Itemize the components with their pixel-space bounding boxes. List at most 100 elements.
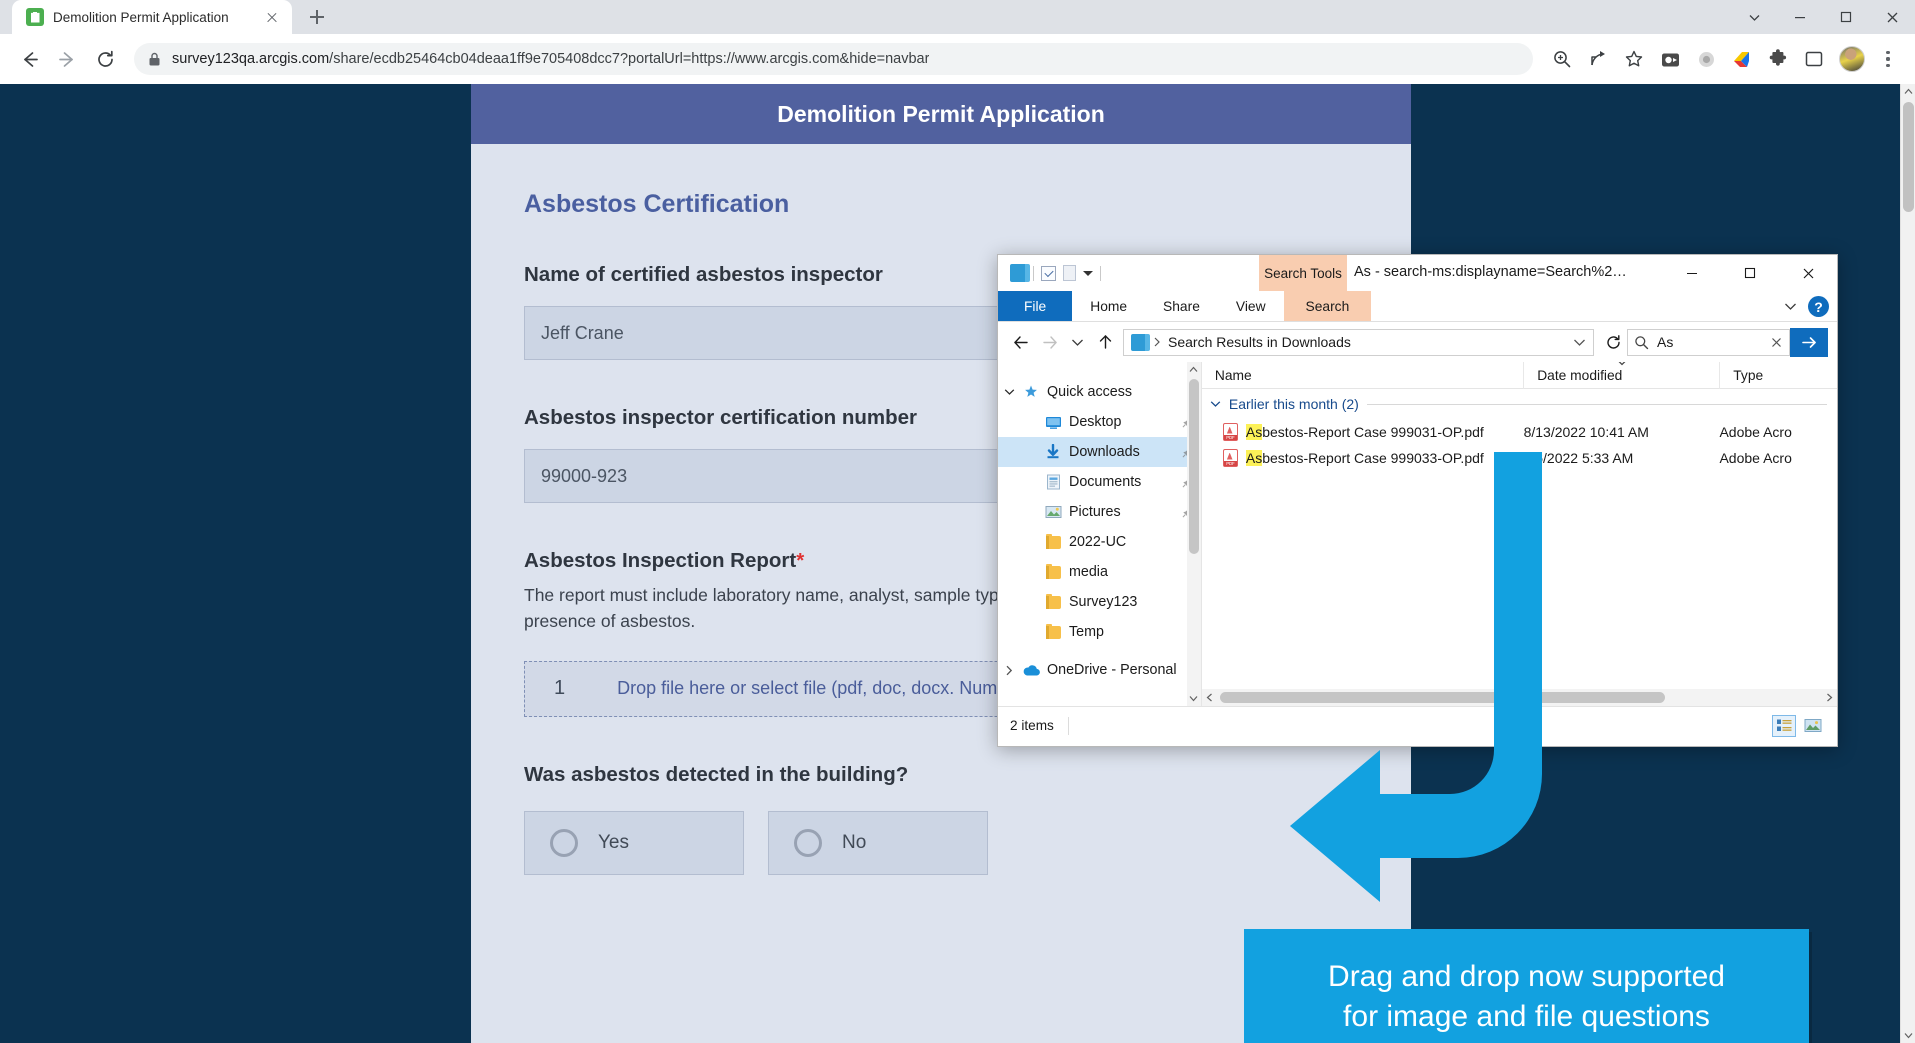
scrollbar-thumb[interactable] — [1189, 379, 1199, 554]
file-group-header[interactable]: Earlier this month (2) — [1202, 389, 1837, 419]
tree-item-pictures[interactable]: Pictures — [998, 497, 1201, 527]
tree-item-quick-access[interactable]: Quick access — [998, 377, 1201, 407]
pictures-icon — [1042, 505, 1064, 519]
group-collapse-chevron-icon[interactable] — [1210, 400, 1221, 408]
scrollbar-thumb[interactable] — [1220, 692, 1665, 703]
choice-no[interactable]: No — [768, 811, 988, 875]
column-header-name[interactable]: Name — [1202, 362, 1523, 389]
tree-item-2022-uc[interactable]: 2022-UC — [998, 527, 1201, 557]
question-label: Was asbestos detected in the building? — [524, 763, 1358, 787]
address-dropdown-chevron-icon[interactable] — [1573, 338, 1586, 347]
scroll-left-arrow-icon[interactable] — [1202, 689, 1218, 706]
window-close-button[interactable] — [1869, 0, 1915, 34]
chrome-menu-icon[interactable] — [1873, 42, 1903, 76]
customize-caret-icon[interactable] — [1083, 271, 1093, 276]
chrome-chevron-down-icon[interactable] — [1731, 0, 1777, 34]
search-input-value[interactable]: As — [1657, 334, 1762, 350]
navigation-pane-scrollbar[interactable] — [1187, 362, 1201, 706]
recent-locations-chevron-icon[interactable] — [1063, 328, 1091, 356]
bookmark-star-icon[interactable] — [1617, 42, 1651, 76]
extension-colab-icon[interactable] — [1725, 42, 1759, 76]
scroll-down-arrow-icon[interactable] — [1901, 1028, 1915, 1043]
zoom-icon[interactable] — [1545, 42, 1579, 76]
file-list-horizontal-scrollbar[interactable] — [1202, 689, 1837, 706]
tree-item-media[interactable]: media — [998, 557, 1201, 587]
profile-avatar-icon[interactable] — [1839, 46, 1865, 72]
ribbon-tab-share[interactable]: Share — [1145, 291, 1218, 321]
forward-icon[interactable] — [50, 42, 84, 76]
ribbon-tab-home[interactable]: Home — [1072, 291, 1145, 321]
address-bar[interactable]: survey123qa.arcgis.com/share/ecdb25464cb… — [134, 43, 1533, 75]
scroll-up-arrow-icon[interactable] — [1187, 362, 1201, 377]
tree-item-survey123[interactable]: Survey123 — [998, 587, 1201, 617]
documents-icon — [1042, 474, 1064, 490]
tree-item-onedrive[interactable]: OneDrive - Personal — [998, 655, 1201, 685]
file-row[interactable]: Asbestos-Report Case 999033-OP.pdf 8/6/2… — [1202, 445, 1837, 471]
scrollbar-track[interactable] — [1218, 689, 1821, 706]
tree-item-desktop[interactable]: Desktop — [998, 407, 1201, 437]
up-one-level-icon[interactable] — [1091, 328, 1119, 356]
extension-video-icon[interactable] — [1653, 42, 1687, 76]
column-header-label: Date modified — [1537, 368, 1622, 383]
explorer-search-box[interactable]: As — [1627, 329, 1790, 356]
explorer-back-icon[interactable] — [1007, 328, 1035, 356]
help-button[interactable]: ? — [1808, 296, 1829, 317]
chevron-right-icon[interactable] — [998, 665, 1020, 676]
file-name-rest: bestos-Report Case 999033-OP.pdf — [1262, 450, 1484, 466]
ribbon-tab-file[interactable]: File — [998, 291, 1072, 321]
window-minimize-button[interactable] — [1777, 0, 1823, 34]
reload-icon[interactable] — [88, 42, 122, 76]
dropzone-slot-number: 1 — [554, 677, 565, 700]
survey-header: Demolition Permit Application — [471, 84, 1411, 144]
window-maximize-button[interactable] — [1823, 0, 1869, 34]
explorer-close-button[interactable] — [1779, 255, 1837, 291]
sidepanel-icon[interactable] — [1797, 42, 1831, 76]
tree-item-label: Pictures — [1069, 504, 1182, 520]
column-header-type[interactable]: Type — [1719, 362, 1837, 389]
tree-item-temp[interactable]: Temp — [998, 617, 1201, 647]
tab-close-icon[interactable] — [262, 7, 282, 27]
scroll-down-arrow-icon[interactable] — [1187, 691, 1201, 706]
new-tab-button[interactable] — [302, 2, 332, 32]
details-view-icon[interactable] — [1772, 715, 1796, 737]
choice-yes[interactable]: Yes — [524, 811, 744, 875]
ribbon-tab-search[interactable]: Search — [1284, 291, 1372, 321]
explorer-forward-icon[interactable] — [1035, 328, 1063, 356]
explorer-window-title: As - search-ms:displayname=Search%2… — [1354, 264, 1627, 280]
desktop-icon — [1042, 415, 1064, 430]
scrollbar-thumb[interactable] — [1903, 102, 1914, 212]
extensions-puzzle-icon[interactable] — [1761, 42, 1795, 76]
tree-item-label: OneDrive - Personal — [1047, 662, 1193, 678]
tab-strip: Demolition Permit Application — [0, 0, 1915, 34]
ribbon-right-controls: ? — [1784, 291, 1829, 322]
explorer-maximize-button[interactable] — [1721, 255, 1779, 291]
explorer-address-bar[interactable]: Search Results in Downloads — [1123, 329, 1594, 356]
file-list-column-headers: Name Date modified Type — [1202, 362, 1837, 389]
scroll-up-arrow-icon[interactable] — [1901, 84, 1915, 99]
extension-record-icon[interactable] — [1689, 42, 1723, 76]
tree-item-downloads[interactable]: Downloads — [998, 437, 1201, 467]
explorer-refresh-icon[interactable] — [1599, 328, 1627, 356]
file-row[interactable]: Asbestos-Report Case 999031-OP.pdf 8/13/… — [1202, 419, 1837, 445]
browser-tab[interactable]: Demolition Permit Application — [12, 0, 292, 34]
tree-item-documents[interactable]: Documents — [998, 467, 1201, 497]
large-icons-view-icon[interactable] — [1801, 715, 1825, 737]
callout-line-2: for image and file questions — [1343, 997, 1710, 1037]
properties-checkbox-icon[interactable] — [1041, 266, 1056, 281]
scroll-right-arrow-icon[interactable] — [1821, 689, 1837, 706]
folder-icon[interactable] — [1010, 264, 1026, 282]
share-icon[interactable] — [1581, 42, 1615, 76]
explorer-title-bar[interactable]: Search Tools As - search-ms:displayname=… — [998, 255, 1837, 291]
new-folder-icon[interactable] — [1063, 265, 1076, 281]
choice-group: Yes No — [524, 811, 1358, 875]
back-icon[interactable] — [12, 42, 46, 76]
ribbon-tab-view[interactable]: View — [1218, 291, 1284, 321]
tab-title: Demolition Permit Application — [53, 10, 253, 25]
chevron-down-icon[interactable] — [998, 388, 1020, 396]
column-header-date-modified[interactable]: Date modified — [1523, 362, 1719, 389]
clear-search-icon[interactable] — [1770, 336, 1783, 349]
collapse-ribbon-chevron-icon[interactable] — [1784, 302, 1797, 311]
explorer-minimize-button[interactable] — [1663, 255, 1721, 291]
search-go-button[interactable] — [1790, 328, 1828, 357]
page-scrollbar[interactable] — [1900, 84, 1915, 1043]
